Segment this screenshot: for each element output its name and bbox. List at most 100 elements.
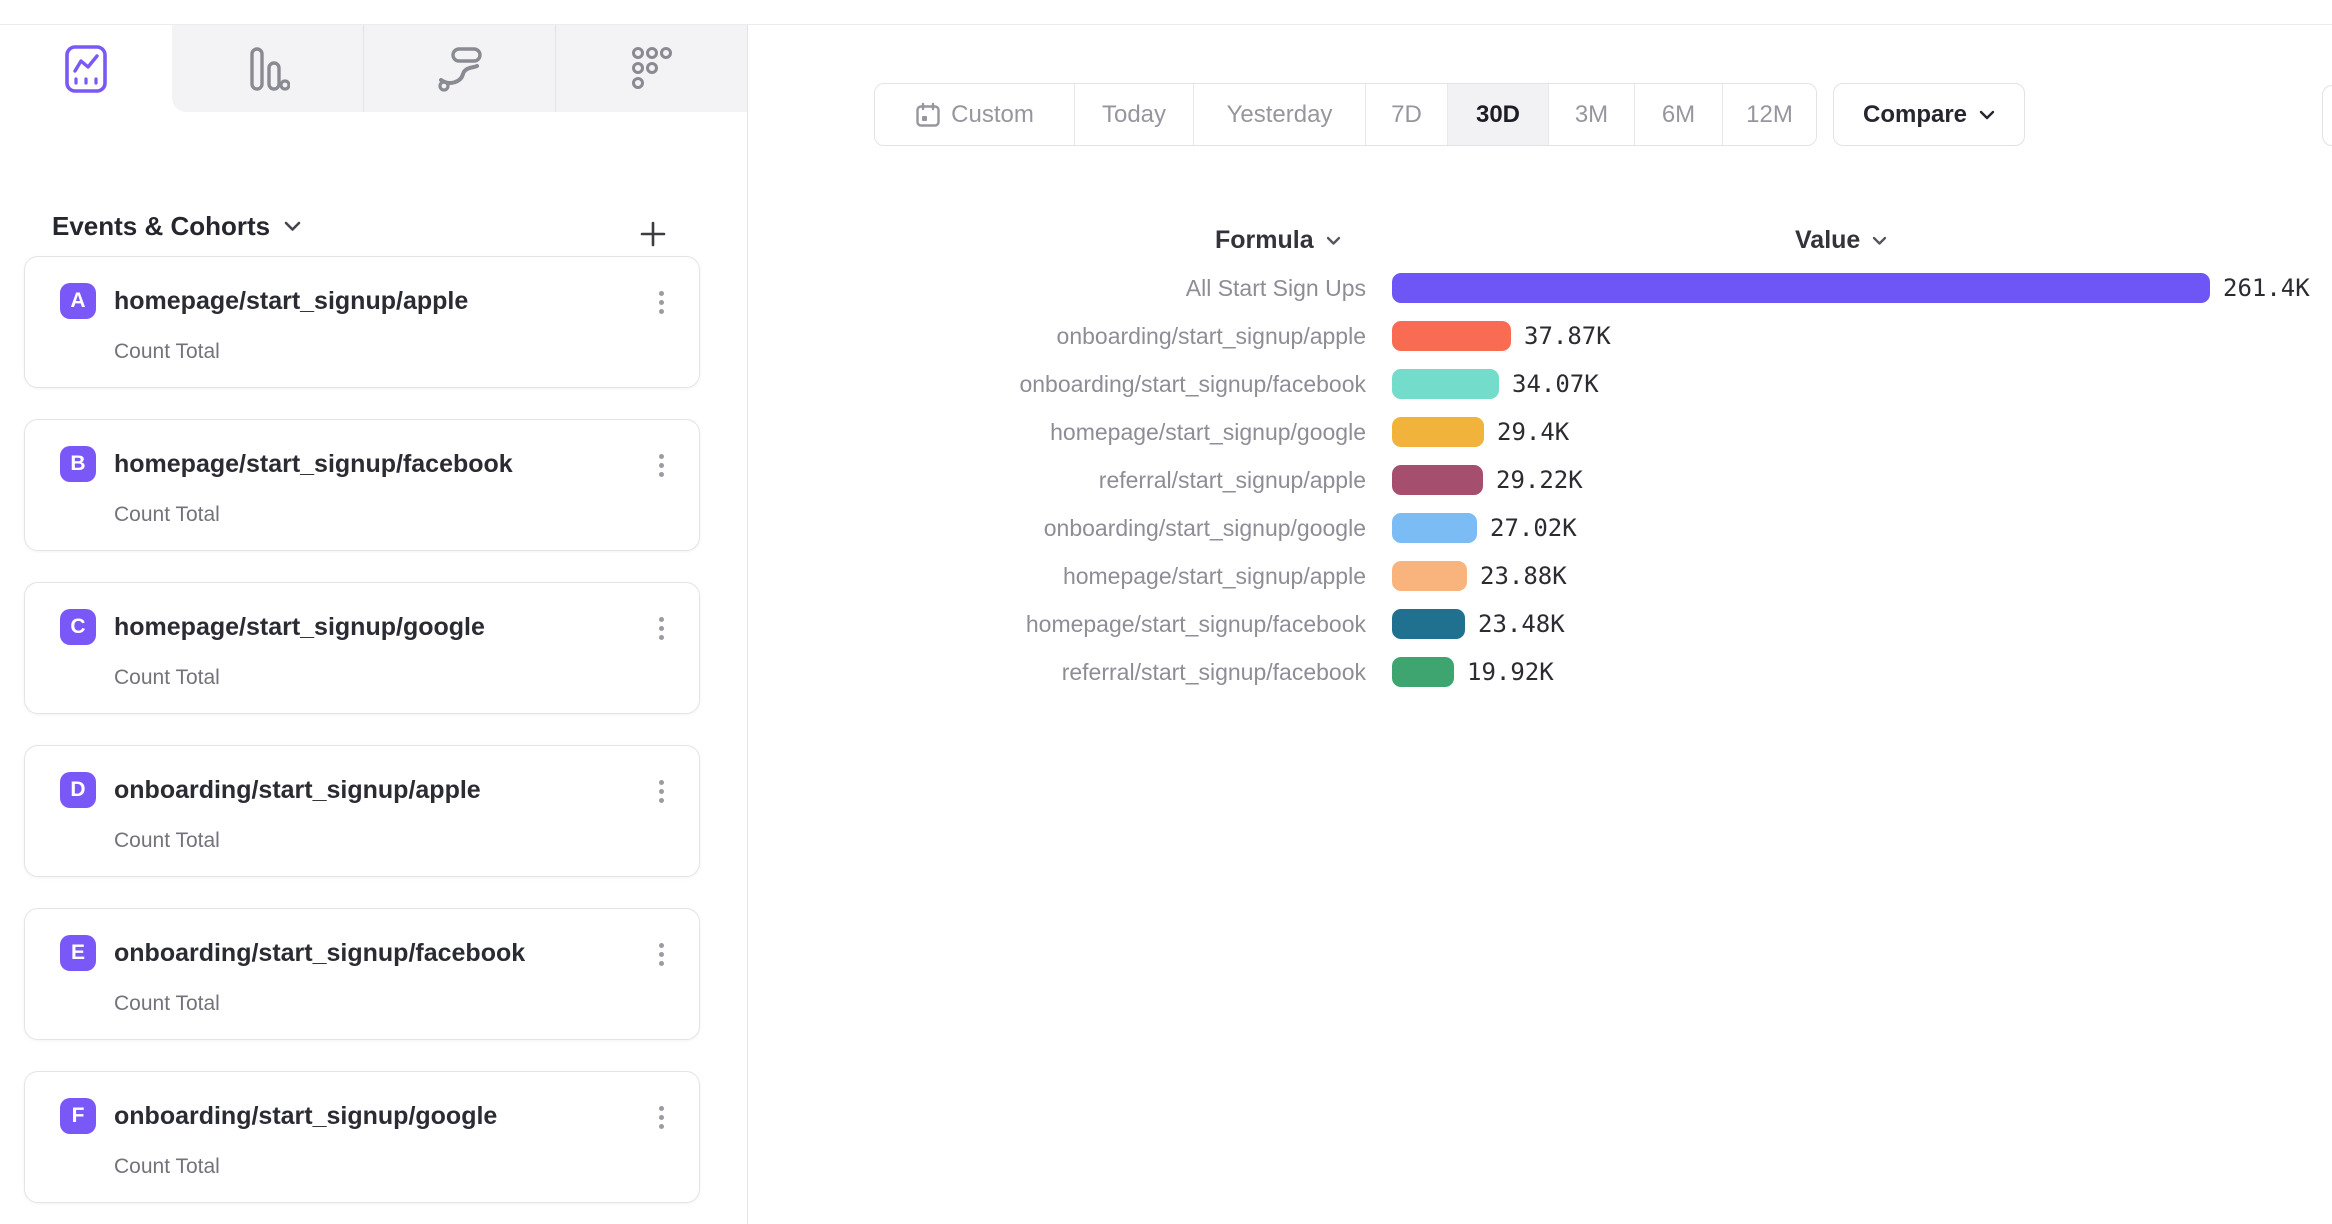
top-strip: [0, 0, 2332, 25]
bar[interactable]: [1392, 417, 1484, 447]
event-name: onboarding/start_signup/google: [114, 1102, 497, 1131]
date-range-label: Yesterday: [1227, 101, 1333, 129]
kebab-menu-icon[interactable]: [647, 285, 675, 319]
bar-category-label: homepage/start_signup/apple: [800, 561, 1366, 591]
event-letter-badge: B: [60, 446, 96, 482]
bar-value-label: 27.02K: [1490, 513, 1577, 543]
bar-category-label: All Start Sign Ups: [800, 273, 1366, 303]
flows-icon: [437, 46, 483, 92]
date-range-label: 30D: [1476, 101, 1520, 129]
formula-header-label: Formula: [1215, 226, 1314, 255]
date-range-label: 12M: [1746, 101, 1793, 129]
value-column-header[interactable]: Value: [1795, 226, 1887, 255]
bar-value-label: 34.07K: [1512, 369, 1599, 399]
tab-flows[interactable]: [363, 25, 555, 112]
formula-column-header[interactable]: Formula: [1215, 226, 1341, 255]
event-card[interactable]: E onboarding/start_signup/facebook Count…: [24, 908, 700, 1040]
event-metric[interactable]: Count Total: [114, 1155, 220, 1179]
value-header-label: Value: [1795, 226, 1860, 255]
chevron-down-icon: [1979, 110, 1995, 120]
plus-icon: [639, 220, 667, 248]
clipped-edge-button[interactable]: [2322, 85, 2332, 146]
date-range-control: Custom Today Yesterday 7D 30D 3M 6M 12M: [874, 83, 1817, 146]
bar[interactable]: [1392, 561, 1467, 591]
tab-retention[interactable]: [555, 25, 747, 112]
event-card[interactable]: B homepage/start_signup/facebook Count T…: [24, 419, 700, 551]
chevron-down-icon: [1326, 236, 1341, 246]
event-letter-badge: A: [60, 283, 96, 319]
event-name: onboarding/start_signup/facebook: [114, 939, 525, 968]
chevron-down-icon: [284, 221, 301, 232]
event-letter-badge: F: [60, 1098, 96, 1134]
event-name: homepage/start_signup/google: [114, 613, 485, 642]
date-range-label: 3M: [1575, 101, 1608, 129]
kebab-menu-icon[interactable]: [647, 448, 675, 482]
bar-category-label: homepage/start_signup/google: [800, 417, 1366, 447]
calendar-icon: [915, 102, 941, 128]
report-type-tab-bar: [0, 25, 747, 112]
bar[interactable]: [1392, 273, 2210, 303]
bar-value-label: 261.4K: [2223, 273, 2310, 303]
event-letter-badge: C: [60, 609, 96, 645]
query-sidebar: Events & Cohorts A homepage/start_signup…: [0, 25, 748, 1224]
event-name: homepage/start_signup/apple: [114, 287, 468, 316]
date-range-custom[interactable]: Custom: [875, 84, 1074, 145]
date-range-3m[interactable]: 3M: [1548, 84, 1634, 145]
bar-category-label: homepage/start_signup/facebook: [800, 609, 1366, 639]
bar[interactable]: [1392, 657, 1454, 687]
date-range-6m[interactable]: 6M: [1634, 84, 1722, 145]
event-letter-badge: D: [60, 772, 96, 808]
event-card[interactable]: D onboarding/start_signup/apple Count To…: [24, 745, 700, 877]
add-event-button[interactable]: [631, 214, 675, 254]
compare-button[interactable]: Compare: [1833, 83, 2025, 146]
event-letter-badge: E: [60, 935, 96, 971]
bar[interactable]: [1392, 513, 1477, 543]
tab-funnels[interactable]: [172, 25, 363, 112]
date-range-yesterday[interactable]: Yesterday: [1193, 84, 1365, 145]
date-range-label: 7D: [1391, 101, 1422, 129]
bar-value-label: 29.22K: [1496, 465, 1583, 495]
bar-value-label: 23.48K: [1478, 609, 1565, 639]
bar-value-label: 23.88K: [1480, 561, 1567, 591]
date-range-label: Today: [1102, 101, 1166, 129]
compare-label: Compare: [1863, 101, 1967, 129]
date-range-30d[interactable]: 30D: [1447, 84, 1548, 145]
events-cohorts-label: Events & Cohorts: [52, 211, 270, 242]
event-metric[interactable]: Count Total: [114, 503, 220, 527]
event-name: homepage/start_signup/facebook: [114, 450, 513, 479]
bar-value-label: 19.92K: [1467, 657, 1554, 687]
bar[interactable]: [1392, 369, 1499, 399]
bar-value-label: 37.87K: [1524, 321, 1611, 351]
event-metric[interactable]: Count Total: [114, 340, 220, 364]
bar[interactable]: [1392, 609, 1465, 639]
bar-category-label: onboarding/start_signup/apple: [800, 321, 1366, 351]
event-metric[interactable]: Count Total: [114, 992, 220, 1016]
date-range-12m[interactable]: 12M: [1722, 84, 1816, 145]
bar-category-label: referral/start_signup/facebook: [800, 657, 1366, 687]
bar-chart-icon: [246, 46, 290, 92]
bar[interactable]: [1392, 321, 1511, 351]
line-chart-icon: [65, 45, 107, 93]
inactive-tabs: [172, 25, 747, 112]
kebab-menu-icon[interactable]: [647, 937, 675, 971]
events-cohorts-heading[interactable]: Events & Cohorts: [52, 211, 301, 242]
event-metric[interactable]: Count Total: [114, 829, 220, 853]
event-name: onboarding/start_signup/apple: [114, 776, 481, 805]
date-range-label: 6M: [1662, 101, 1695, 129]
bar[interactable]: [1392, 465, 1483, 495]
kebab-menu-icon[interactable]: [647, 611, 675, 645]
date-range-today[interactable]: Today: [1074, 84, 1193, 145]
date-range-7d[interactable]: 7D: [1365, 84, 1447, 145]
kebab-menu-icon[interactable]: [647, 1100, 675, 1134]
kebab-menu-icon[interactable]: [647, 774, 675, 808]
bar-category-label: referral/start_signup/apple: [800, 465, 1366, 495]
retention-dots-icon: [630, 46, 674, 92]
event-card[interactable]: A homepage/start_signup/apple Count Tota…: [24, 256, 700, 388]
date-range-label: Custom: [951, 101, 1034, 129]
tab-insights[interactable]: [0, 25, 172, 112]
event-metric[interactable]: Count Total: [114, 666, 220, 690]
bar-value-label: 29.4K: [1497, 417, 1569, 447]
event-card[interactable]: F onboarding/start_signup/google Count T…: [24, 1071, 700, 1203]
bar-category-label: onboarding/start_signup/google: [800, 513, 1366, 543]
event-card[interactable]: C homepage/start_signup/google Count Tot…: [24, 582, 700, 714]
